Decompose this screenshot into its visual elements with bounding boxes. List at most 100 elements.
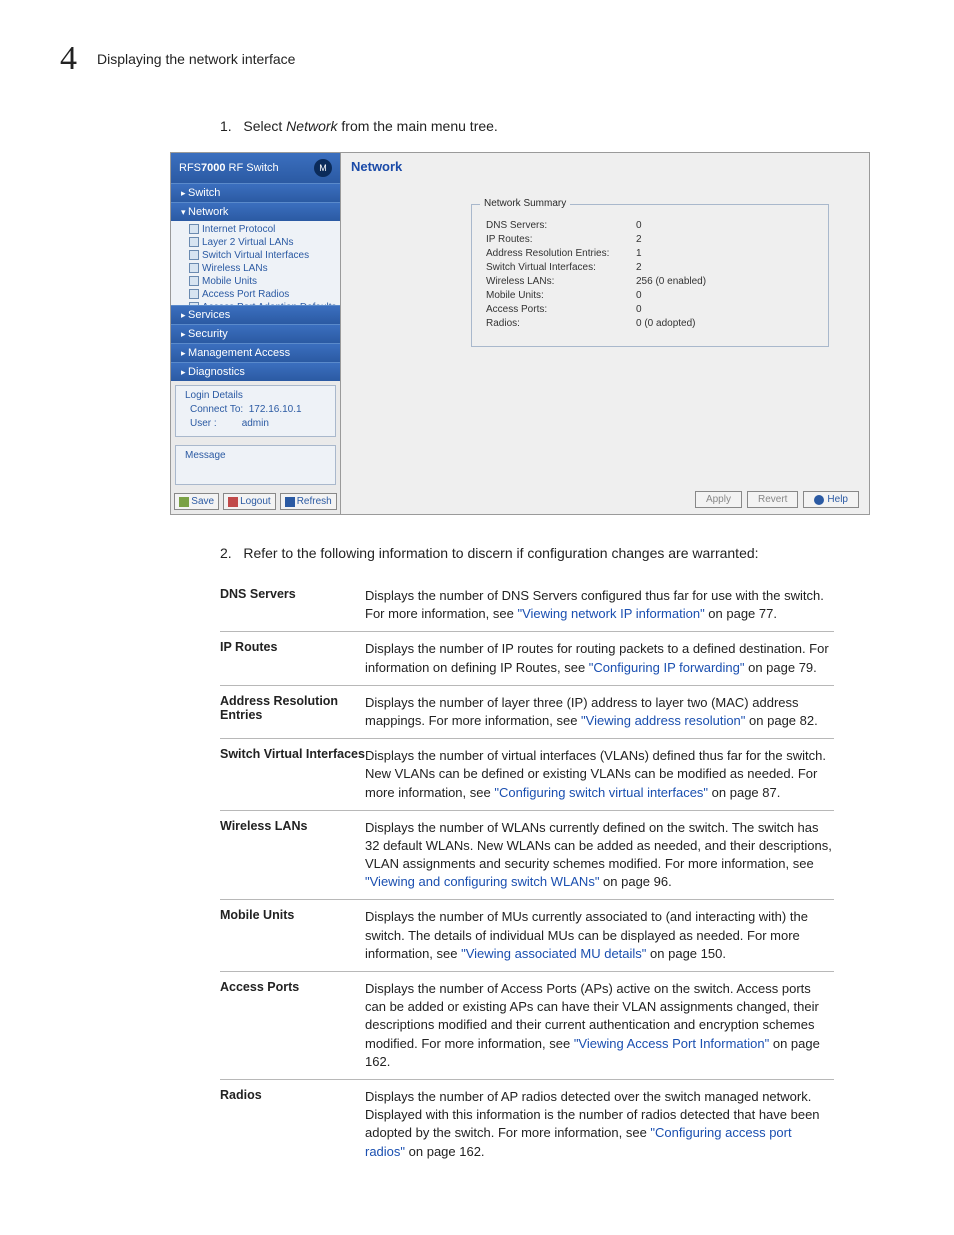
apply-button[interactable]: Apply (695, 491, 742, 508)
logo-icon: M (314, 159, 332, 177)
doc-icon (189, 276, 199, 286)
def-head: Address Resolution Entries (220, 694, 365, 730)
nav-network-submenu[interactable]: Internet Protocol Layer 2 Virtual LANs S… (171, 221, 340, 305)
def-text: on page 96. (599, 874, 671, 889)
summary-label: Wireless LANs: (486, 276, 636, 287)
step-1-em: Network (286, 118, 337, 134)
summary-label: Radios: (486, 318, 636, 329)
save-button[interactable]: Save (174, 493, 219, 510)
def-link[interactable]: "Viewing network IP information" (517, 606, 704, 621)
def-body: Displays the number of AP radios detecte… (365, 1088, 834, 1161)
summary-row-wlan: Wireless LANs:256 (0 enabled) (486, 276, 814, 287)
summary-legend: Network Summary (480, 198, 570, 209)
sub-mobile-units[interactable]: Mobile Units (189, 275, 340, 288)
save-label: Save (191, 496, 214, 507)
sub-wireless-lans[interactable]: Wireless LANs (189, 262, 340, 275)
nav-services[interactable]: Services (171, 305, 340, 324)
summary-label: DNS Servers: (486, 220, 636, 231)
chapter-number: 4 (60, 40, 77, 78)
main-panel: Network Network Summary DNS Servers:0 IP… (341, 153, 869, 514)
network-summary-box: Network Summary DNS Servers:0 IP Routes:… (471, 204, 829, 347)
def-body: Displays the number of layer three (IP) … (365, 694, 834, 730)
def-body: Displays the number of WLANs currently d… (365, 819, 834, 892)
summary-row-svi: Switch Virtual Interfaces:2 (486, 262, 814, 273)
def-head: DNS Servers (220, 587, 365, 623)
nav-switch[interactable]: Switch (171, 183, 340, 202)
def-link[interactable]: "Configuring switch virtual interfaces" (494, 785, 708, 800)
def-link[interactable]: "Viewing associated MU details" (461, 946, 646, 961)
def-body: Displays the number of DNS Servers confi… (365, 587, 834, 623)
summary-label: Mobile Units: (486, 290, 636, 301)
nav-security[interactable]: Security (171, 324, 340, 343)
refresh-button[interactable]: Refresh (280, 493, 337, 510)
def-row: Radios Displays the number of AP radios … (220, 1080, 834, 1169)
def-link[interactable]: "Viewing and configuring switch WLANs" (365, 874, 599, 889)
step-1-post: from the main menu tree. (338, 118, 498, 134)
login-legend: Login Details (182, 390, 246, 401)
step-2-text: Refer to the following information to di… (243, 545, 758, 561)
summary-row-addr-res: Address Resolution Entries:1 (486, 248, 814, 259)
sub-internet-protocol[interactable]: Internet Protocol (189, 223, 340, 236)
login-user-row: User : admin (190, 418, 329, 429)
def-head: Radios (220, 1088, 365, 1161)
def-head: Access Ports (220, 980, 365, 1071)
help-button[interactable]: Help (803, 491, 859, 508)
nav-network[interactable]: Network (171, 202, 340, 221)
sidebar-buttons: Save Logout Refresh (175, 493, 336, 510)
sub-label: Wireless LANs (202, 263, 268, 274)
logout-label: Logout (240, 496, 271, 507)
sub-label: Access Port Radios (202, 289, 289, 300)
summary-value: 256 (0 enabled) (636, 276, 706, 287)
sub-label: Switch Virtual Interfaces (202, 250, 309, 261)
sub-label: Internet Protocol (202, 224, 275, 235)
summary-value: 1 (636, 248, 642, 259)
brand-bold: 7000 (201, 162, 225, 174)
doc-icon (189, 289, 199, 299)
summary-value: 0 (0 adopted) (636, 318, 696, 329)
step-1: 1. Select Network from the main menu tre… (220, 118, 894, 134)
def-link[interactable]: "Viewing Access Port Information" (574, 1036, 769, 1051)
def-row: Switch Virtual Interfaces Displays the n… (220, 739, 834, 811)
brand-pre: RFS (179, 162, 201, 174)
def-head: IP Routes (220, 640, 365, 676)
login-connect-label: Connect To: (190, 404, 243, 415)
sub-layer2-vlans[interactable]: Layer 2 Virtual LANs (189, 236, 340, 249)
summary-value: 0 (636, 220, 642, 231)
login-details: Login Details Connect To: 172.16.10.1 Us… (175, 385, 336, 437)
definitions-table: DNS Servers Displays the number of DNS S… (220, 579, 834, 1169)
login-user-label: User : (190, 418, 217, 429)
refresh-icon (285, 497, 295, 507)
step-list-2: 2. Refer to the following information to… (220, 545, 894, 561)
summary-label: IP Routes: (486, 234, 636, 245)
summary-value: 0 (636, 304, 642, 315)
login-connect-value: 172.16.10.1 (249, 404, 302, 415)
def-body: Displays the number of IP routes for rou… (365, 640, 834, 676)
def-text: Displays the number of WLANs currently d… (365, 820, 832, 871)
message-panel: Message (175, 445, 336, 485)
summary-row-dns: DNS Servers:0 (486, 220, 814, 231)
summary-label: Access Ports: (486, 304, 636, 315)
revert-button[interactable]: Revert (747, 491, 798, 508)
logout-button[interactable]: Logout (223, 493, 276, 510)
nav-diagnostics[interactable]: Diagnostics (171, 362, 340, 381)
sidebar: RFS7000 RF Switch M Switch Network Inter… (171, 153, 341, 514)
def-text: on page 162. (405, 1144, 485, 1159)
login-user-value: admin (242, 418, 269, 429)
step-2: 2. Refer to the following information to… (220, 545, 894, 561)
sub-access-port-radios[interactable]: Access Port Radios (189, 288, 340, 301)
def-row: DNS Servers Displays the number of DNS S… (220, 579, 834, 632)
def-link[interactable]: "Configuring IP forwarding" (589, 660, 745, 675)
def-row: Mobile Units Displays the number of MUs … (220, 900, 834, 972)
summary-row-ap: Access Ports:0 (486, 304, 814, 315)
def-body: Displays the number of MUs currently ass… (365, 908, 834, 963)
def-text: on page 150. (646, 946, 726, 961)
def-row: IP Routes Displays the number of IP rout… (220, 632, 834, 685)
sub-switch-virtual-interfaces[interactable]: Switch Virtual Interfaces (189, 249, 340, 262)
summary-value: 2 (636, 234, 642, 245)
brand-text: RFS7000 RF Switch (179, 162, 279, 174)
brand-post: RF Switch (225, 162, 278, 174)
app-screenshot: RFS7000 RF Switch M Switch Network Inter… (170, 152, 870, 515)
nav-management-access[interactable]: Management Access (171, 343, 340, 362)
summary-value: 0 (636, 290, 642, 301)
def-link[interactable]: "Viewing address resolution" (581, 713, 745, 728)
